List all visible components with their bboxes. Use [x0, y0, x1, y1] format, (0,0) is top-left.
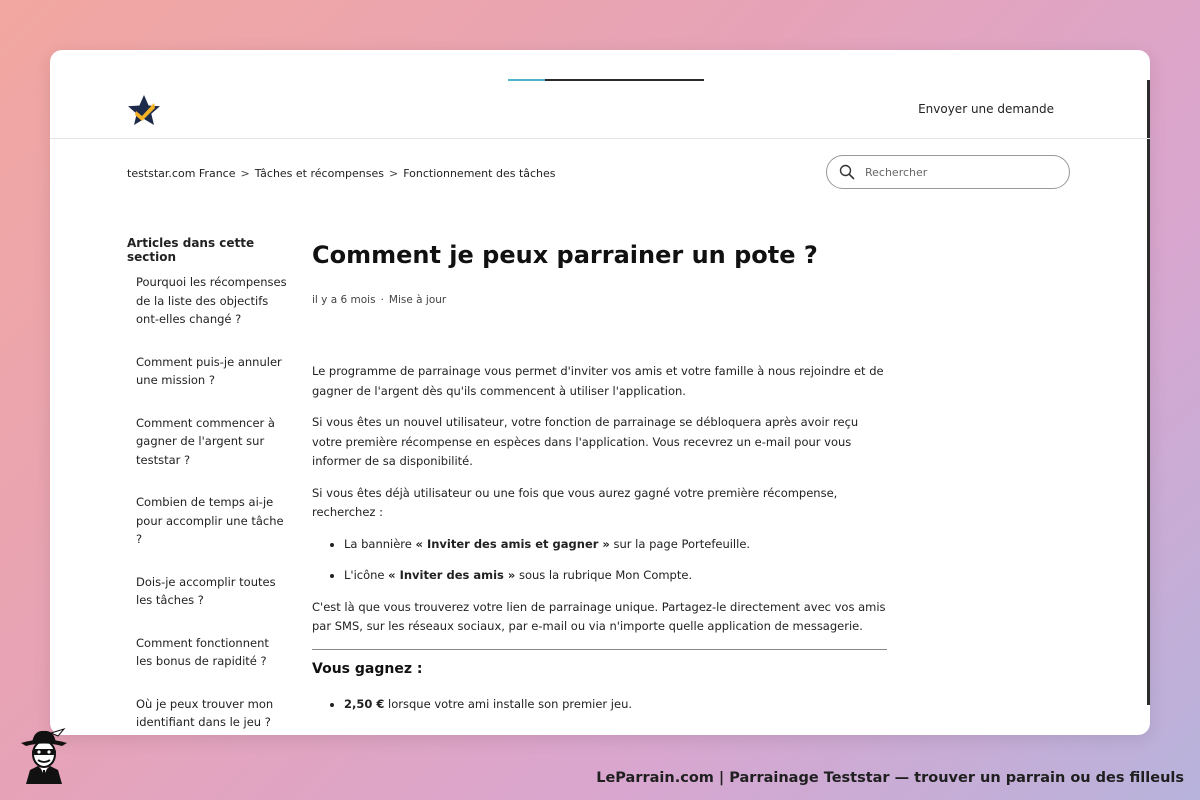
list-item-bold: 2,50 € [344, 697, 385, 711]
earnings-list: 2,50 € lorsque votre ami installe son pr… [312, 695, 887, 715]
article-title: Comment je peux parrainer un pote ? [312, 241, 818, 269]
scrollbar[interactable] [1147, 80, 1150, 705]
search-input[interactable] [863, 164, 1057, 180]
list-item-text: La bannière [344, 536, 416, 551]
breadcrumb-separator: > [388, 167, 399, 180]
article-paragraph: Si vous êtes déjà utilisateur ou une foi… [312, 485, 838, 520]
breadcrumb-item-section[interactable]: Fonctionnement des tâches [403, 167, 555, 180]
sidebar-article-list: Pourquoi les récompenses de la liste des… [127, 273, 287, 732]
sidebar-title: Articles dans cette section [127, 236, 255, 264]
list-item-bold: « Inviter des amis et gagner » [415, 536, 610, 551]
list-item: 2,50 € lorsque votre ami installe son pr… [344, 695, 887, 715]
breadcrumb: teststar.com France > Tâches et récompense… [127, 167, 556, 180]
teststar-logo-icon[interactable] [127, 94, 161, 126]
search-icon [839, 164, 855, 180]
breadcrumb-item-home[interactable]: teststar.com France [127, 167, 236, 180]
sidebar-article-link[interactable]: Comment commencer à gagner de l'argent s… [136, 414, 287, 470]
sidebar-article-link[interactable]: Dois-je accomplir toutes les tâches ? [136, 573, 287, 610]
article-update-status: Mise à jour [388, 294, 447, 306]
article-date: il y a 6 mois [312, 294, 376, 306]
section-heading: Vous gagnez : [312, 660, 423, 677]
submit-request-link[interactable]: Envoyer une demande [918, 102, 1054, 116]
sidebar-article-link[interactable]: Pourquoi les récompenses de la liste des… [136, 273, 287, 329]
article-meta: il y a 6 mois · Mise à jour [312, 294, 887, 306]
section-articles-sidebar: Articles dans cette section Pourquoi les… [127, 236, 287, 735]
where-to-find-list: La bannière « Inviter des amis et gagner… [312, 535, 887, 586]
article-paragraph: C'est là que vous trouverez votre lien d… [312, 599, 886, 634]
list-item-text: L'icône [344, 568, 389, 582]
help-center-window: Envoyer une demande teststar.com France >… [50, 50, 1150, 735]
search-box[interactable] [826, 155, 1070, 189]
list-item: L'icône « Inviter des amis » sous la rub… [344, 566, 887, 586]
article-paragraph: Le programme de parrainage vous permet d… [312, 364, 884, 398]
sidebar-article-link[interactable]: Combien de temps ai-je pour accomplir un… [136, 493, 287, 549]
breadcrumb-item-category[interactable]: Tâches et récompenses [255, 167, 384, 180]
sidebar-article-link[interactable]: Comment fonctionnent les bonus de rapidi… [136, 634, 287, 671]
article-body: Le programme de parrainage vous permet d… [312, 362, 887, 715]
sidebar-article-link[interactable]: Où je peux trouver mon identifiant dans … [136, 695, 287, 732]
list-item-bold: « Inviter des amis » [388, 568, 516, 582]
article-content: Comment je peux parrainer un pote ? il y… [312, 238, 887, 727]
meta-separator: · [380, 294, 384, 306]
list-item-text: sur la page Portefeuille. [609, 536, 751, 551]
masked-agent-mascot-icon [21, 728, 67, 784]
sidebar-article-link[interactable]: Comment puis-je annuler une mission ? [136, 353, 287, 390]
list-item: La bannière « Inviter des amis et gagner… [344, 535, 887, 555]
breadcrumb-separator: > [240, 167, 250, 180]
article-paragraph: Si vous êtes un nouvel utilisateur, votr… [312, 415, 859, 468]
header-bar: Envoyer une demande [50, 50, 1150, 139]
list-item-text: sous la rubrique Mon Compte. [515, 568, 693, 582]
section-divider [312, 648, 887, 650]
list-item-text: lorsque votre ami installe son premier j… [384, 697, 633, 711]
footer-caption: LeParrain.com | Parrainage Teststar — tr… [596, 770, 1184, 786]
